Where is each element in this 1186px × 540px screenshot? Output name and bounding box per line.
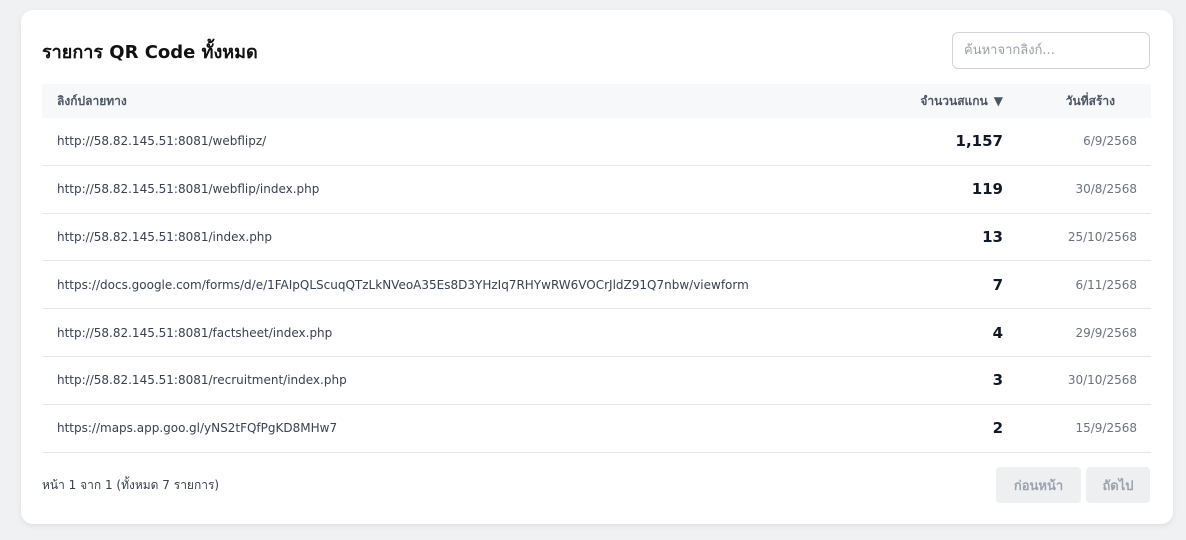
- row-link[interactable]: http://58.82.145.51:8081/webflip/index.p…: [42, 182, 853, 196]
- table-row: http://58.82.145.51:8081/index.php 13 25…: [42, 214, 1151, 262]
- column-header-scans-label: จำนวนสแกน: [920, 93, 988, 108]
- pagination-info: หน้า 1 จาก 1 (ทั้งหมด 7 รายการ): [42, 478, 220, 492]
- row-scan-count: 2: [992, 419, 1003, 438]
- next-page-button[interactable]: ถัดไป: [1086, 467, 1150, 503]
- row-link[interactable]: https://maps.app.goo.gl/yNS2tFQfPgKD8MHw…: [42, 421, 853, 435]
- row-scan-count: 3: [992, 371, 1003, 390]
- row-link[interactable]: http://58.82.145.51:8081/index.php: [42, 230, 853, 244]
- table-row: https://docs.google.com/forms/d/e/1FAIpQ…: [42, 261, 1151, 310]
- row-created-date: 30/10/2568: [1067, 373, 1137, 388]
- row-created-date: 6/11/2568: [1075, 277, 1137, 292]
- column-header-created[interactable]: วันที่สร้าง: [1013, 92, 1151, 111]
- search-input[interactable]: [952, 32, 1150, 69]
- row-created-date: 25/10/2568: [1067, 229, 1137, 244]
- table-row: http://58.82.145.51:8081/factsheet/index…: [42, 309, 1151, 357]
- row-link[interactable]: http://58.82.145.51:8081/recruitment/ind…: [42, 373, 853, 387]
- row-created-date: 6/9/2568: [1083, 134, 1137, 149]
- row-scan-count: 1,157: [955, 132, 1003, 151]
- table-row: http://58.82.145.51:8081/webflip/index.p…: [42, 166, 1151, 214]
- row-created-date: 30/8/2568: [1075, 182, 1137, 197]
- row-scan-count: 7: [992, 275, 1003, 294]
- row-created-date: 29/9/2568: [1075, 325, 1137, 340]
- qr-list-card: รายการ QR Code ทั้งหมด ลิงก์ปลายทาง จำนว…: [21, 10, 1173, 524]
- table-row: https://maps.app.goo.gl/yNS2tFQfPgKD8MHw…: [42, 405, 1151, 453]
- column-header-scans[interactable]: จำนวนสแกน ▼: [853, 92, 1013, 111]
- sort-desc-icon: ▼: [993, 93, 1003, 108]
- qr-table: ลิงก์ปลายทาง จำนวนสแกน ▼ วันที่สร้าง http…: [42, 84, 1151, 453]
- table-row: http://58.82.145.51:8081/webflipz/ 1,157…: [42, 118, 1151, 166]
- table-header: ลิงก์ปลายทาง จำนวนสแกน ▼ วันที่สร้าง: [42, 84, 1151, 118]
- row-link[interactable]: https://docs.google.com/forms/d/e/1FAIpQ…: [42, 278, 853, 292]
- row-scan-count: 13: [982, 227, 1003, 246]
- row-scan-count: 119: [971, 180, 1003, 199]
- prev-page-button[interactable]: ก่อนหน้า: [996, 467, 1081, 503]
- row-created-date: 15/9/2568: [1075, 421, 1137, 436]
- row-link[interactable]: http://58.82.145.51:8081/factsheet/index…: [42, 326, 853, 340]
- page-title: รายการ QR Code ทั้งหมด: [42, 42, 258, 63]
- column-header-link[interactable]: ลิงก์ปลายทาง: [42, 92, 853, 111]
- row-link[interactable]: http://58.82.145.51:8081/webflipz/: [42, 134, 853, 148]
- table-row: http://58.82.145.51:8081/recruitment/ind…: [42, 357, 1151, 405]
- row-scan-count: 4: [992, 323, 1003, 342]
